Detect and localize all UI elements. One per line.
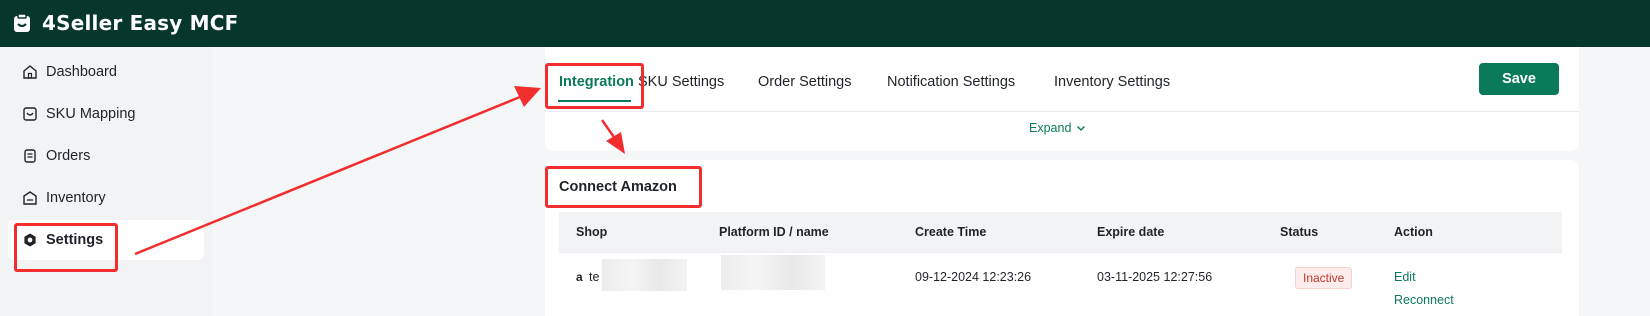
clipboard-logo-icon — [14, 13, 30, 32]
create-time: 09-12-2024 12:23:26 — [915, 270, 1032, 284]
expire-date: 03-11-2025 12:27:56 — [1097, 270, 1213, 284]
inventory-icon — [22, 190, 38, 206]
sidebar: Dashboard SKU Mapping Orders Inventory S… — [0, 47, 212, 316]
home-icon — [22, 64, 38, 80]
redacted-platform-id — [721, 255, 825, 290]
annotation-box-connect-amazon — [545, 166, 702, 208]
shop-name: te — [589, 270, 600, 284]
sidebar-item-orders[interactable]: Orders — [8, 136, 204, 176]
sidebar-item-label: SKU Mapping — [46, 106, 136, 122]
sidebar-item-inventory[interactable]: Inventory — [8, 178, 204, 218]
edit-link[interactable]: Edit — [1394, 270, 1416, 284]
sidebar-item-sku-mapping[interactable]: SKU Mapping — [8, 94, 204, 134]
column-header-action: Action — [1394, 225, 1433, 239]
top-bar: 4Seller Easy MCF — [0, 0, 1650, 47]
redacted-shop-name — [602, 259, 687, 291]
sidebar-item-label: Dashboard — [46, 64, 117, 80]
tab-notification-settings[interactable]: Notification Settings — [887, 74, 1015, 90]
status-badge: Inactive — [1295, 267, 1353, 289]
sidebar-item-label: Inventory — [46, 190, 106, 206]
tab-order-settings[interactable]: Order Settings — [758, 74, 852, 90]
tab-inventory-settings[interactable]: Inventory Settings — [1054, 74, 1170, 90]
column-header-create-time: Create Time — [915, 225, 987, 239]
chevron-down-icon — [1077, 126, 1086, 131]
amazon-icon: a — [576, 270, 583, 284]
tabs-divider — [545, 111, 1579, 112]
column-header-expire-date: Expire date — [1097, 225, 1165, 239]
column-header-platform: Platform ID / name — [719, 225, 829, 239]
column-header-status: Status — [1280, 225, 1319, 239]
reconnect-link[interactable]: Reconnect — [1394, 293, 1454, 307]
orders-icon — [22, 148, 38, 164]
settings-tabs-card: Integration SKU Settings Order Settings … — [545, 47, 1579, 151]
app-title: 4Seller Easy MCF — [42, 11, 239, 35]
annotation-box-settings — [14, 223, 118, 272]
save-button[interactable]: Save — [1479, 63, 1559, 95]
sidebar-item-label: Orders — [46, 148, 91, 164]
sidebar-item-dashboard[interactable]: Dashboard — [8, 52, 204, 92]
table-header: Shop Platform ID / name Create Time Expi… — [559, 212, 1562, 252]
column-header-shop: Shop — [576, 225, 608, 239]
table-row: a te 09-12-2024 12:23:26 03-11-2025 12:2… — [559, 252, 1562, 316]
tab-sku-settings[interactable]: SKU Settings — [638, 74, 724, 90]
annotation-box-integration — [545, 63, 644, 109]
expand-toggle[interactable]: Expand — [1029, 121, 1087, 135]
sku-icon — [22, 106, 38, 122]
expand-label: Expand — [1029, 121, 1072, 135]
